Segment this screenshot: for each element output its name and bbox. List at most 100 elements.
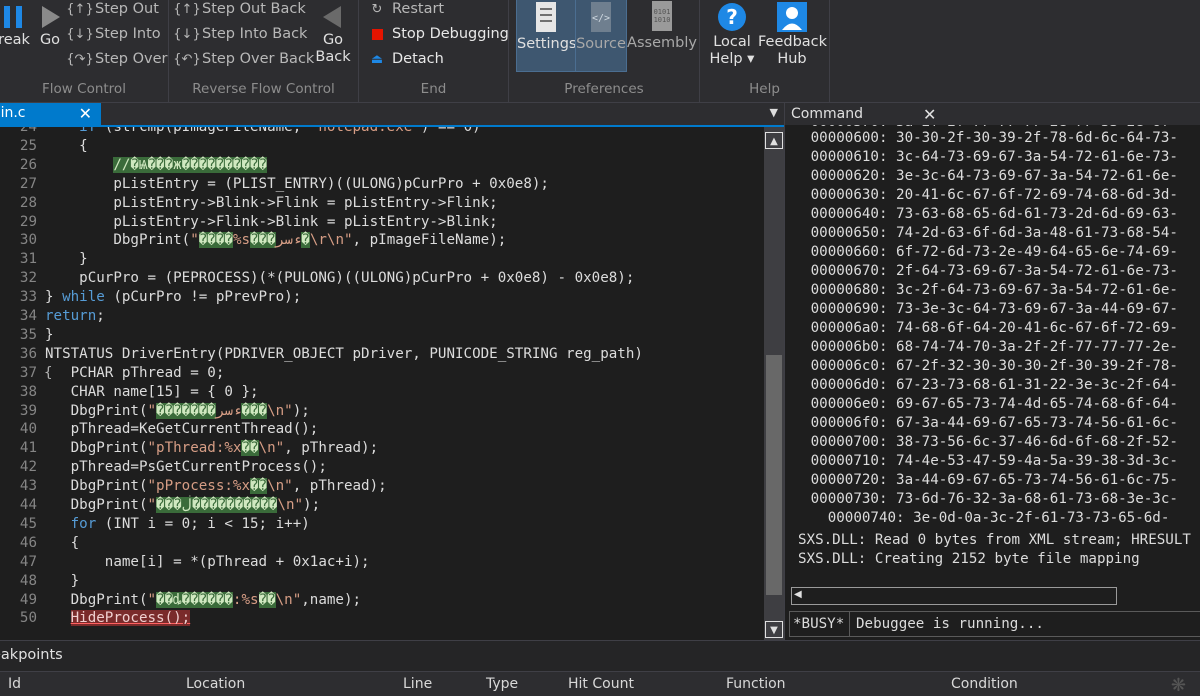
code-line: 29 pListEntry->Flink->Blink = pListEntry…	[0, 213, 764, 232]
output-line: 00000740: 3e-0d-0a-3c-2f-61-73-73-65-6d-	[785, 510, 1170, 526]
step-out-back-label: Step Out Back	[202, 1, 306, 17]
stop-debugging-button[interactable]: Stop Debugging	[367, 22, 509, 46]
busy-indicator: *BUSY*	[790, 612, 850, 636]
settings-label: Settings	[517, 36, 577, 52]
tab-dropdown-icon[interactable]: ▼	[770, 106, 778, 119]
step-out-button[interactable]: {↑} Step Out	[66, 0, 159, 21]
output-line: 000006e0: 69-67-65-73-74-4d-65-74-68-6f-…	[785, 396, 1178, 412]
output-line: 00000640: 73-63-68-65-6d-61-73-2d-6d-69-…	[785, 206, 1178, 222]
svg-text:?: ?	[726, 5, 738, 29]
code-view[interactable]: 24 if (strcmp(pImageFileName, "notepad.e…	[0, 127, 764, 640]
break-button-label: reak	[0, 32, 30, 48]
code-text: DbgPrint("����%s���ءسر�\r\n", pImageFile…	[45, 232, 507, 249]
step-into-button[interactable]: {↓} Step Into	[66, 22, 160, 46]
restart-button[interactable]: ↻ Restart	[367, 0, 445, 21]
local-help-label-line2: Help ▾	[709, 51, 755, 67]
go-button[interactable]: Go	[36, 4, 64, 49]
line-number: 26	[19, 156, 37, 173]
code-line: 28 pListEntry->Blink->Flink = pListEntry…	[0, 194, 764, 213]
help-icon: ?	[718, 3, 746, 31]
line-number: 30	[19, 232, 37, 249]
column-header-hit-count[interactable]: Hit Count	[568, 676, 634, 692]
column-header-condition[interactable]: Condition	[951, 676, 1018, 692]
close-icon[interactable]: ✕	[79, 104, 92, 123]
output-line: 00000720: 3a-44-69-67-65-73-74-56-61-6c-…	[785, 472, 1178, 488]
tab-main-c[interactable]: ain.c ✕	[0, 103, 101, 125]
output-line: 00000630: 20-41-6c-67-6f-72-69-74-68-6d-…	[785, 187, 1178, 203]
code-line: 38 CHAR name[15] = { 0 };	[0, 383, 764, 402]
break-button[interactable]: reak	[0, 4, 32, 49]
code-text: }	[45, 326, 54, 343]
source-editor-pane: ain.c ✕ ▼ 24 if (strcmp(pImageFileName, …	[0, 103, 784, 640]
output-line: 000006d0: 67-23-73-68-61-31-22-3e-3c-2f-…	[785, 377, 1178, 393]
code-line: 27 pListEntry = (PLIST_ENTRY)((ULONG)pCu…	[0, 175, 764, 194]
line-number: 39	[19, 402, 37, 419]
code-text: if (strcmp(pImageFileName, "notepad.exe"…	[79, 127, 481, 135]
code-text: PCHAR pThread = 0;	[45, 364, 225, 381]
code-text: {	[45, 534, 80, 551]
svg-text:1010: 1010	[654, 16, 671, 24]
tab-main-c-label: ain.c	[0, 105, 26, 121]
code-text: DbgPrint("���ڶ����������\n");	[45, 497, 321, 513]
scroll-up-arrow-icon[interactable]: ▲	[765, 132, 783, 149]
go-button-label: Go	[39, 32, 61, 48]
scroll-down-arrow-icon[interactable]: ▼	[765, 621, 783, 638]
feedback-hub-button[interactable]: Feedback Hub	[758, 2, 827, 68]
command-horizontal-scrollbar[interactable]: ◀	[791, 587, 1117, 605]
code-line: 43 DbgPrint("pProcess:%x��\n", pThread);	[0, 477, 764, 496]
command-window: Command ✕ 00000570: 3a-2f-2f-77-77-77-2e…	[784, 103, 1200, 640]
code-text: {	[45, 137, 88, 154]
breakpoints-title: eakpoints	[0, 647, 63, 663]
editor-vertical-scrollbar[interactable]: ▲ ▼	[764, 127, 784, 640]
scrollbar-thumb[interactable]	[766, 355, 782, 595]
tab-command-label: Command	[791, 106, 863, 122]
go-back-button[interactable]: Go Back	[315, 4, 351, 66]
feedback-icon	[777, 2, 807, 32]
code-line: 37{ PCHAR pThread = 0;	[0, 364, 764, 383]
breakpoints-pane: eakpoints Id Location Line Type Hit Coun…	[0, 640, 1200, 696]
column-header-type[interactable]: Type	[486, 676, 518, 692]
step-into-back-button[interactable]: {↓} Step Into Back	[173, 22, 307, 46]
line-number: 37	[19, 364, 37, 381]
source-label: Source	[576, 36, 626, 52]
detach-button[interactable]: ⏏ Detach	[367, 47, 444, 71]
corner-logo-icon: ❋	[1170, 675, 1186, 696]
command-tab-bar: Command ✕	[785, 103, 1200, 125]
line-number: 45	[19, 515, 37, 532]
code-text: DbgPrint("pProcess:%x��\n", pThread);	[45, 478, 387, 495]
local-help-button[interactable]: ? Local Help ▾	[709, 2, 755, 68]
column-header-line[interactable]: Line	[403, 676, 432, 692]
local-help-label-line1: Local	[713, 34, 751, 50]
svg-text:</>: </>	[592, 13, 610, 24]
tab-command[interactable]: Command ✕	[791, 103, 936, 125]
code-line: 39 DbgPrint("�������ءسر���\n");	[0, 402, 764, 421]
step-over-icon: {↷}	[66, 51, 94, 67]
stop-debugging-label: Stop Debugging	[392, 26, 509, 42]
output-line: 000006a0: 74-68-6f-64-20-41-6c-67-6f-72-…	[785, 320, 1178, 336]
code-text: } while (pCurPro != pPrevPro);	[45, 289, 302, 306]
source-button[interactable]: </> Source	[575, 0, 627, 72]
code-line: 32 pCurPro = (PEPROCESS)(*(PULONG)((ULON…	[0, 269, 764, 288]
step-over-button[interactable]: {↷} Step Over	[66, 47, 167, 71]
code-line: 33} while (pCurPro != pPrevPro);	[0, 288, 764, 307]
step-out-back-button[interactable]: {↑} Step Out Back	[173, 0, 306, 21]
code-text: pListEntry->Blink->Flink = pListEntry->F…	[45, 194, 498, 211]
settings-button[interactable]: Settings	[516, 0, 576, 72]
close-icon[interactable]: ✕	[923, 105, 936, 124]
step-over-back-icon: {↶}	[173, 51, 201, 67]
line-number: 34	[19, 308, 37, 324]
step-out-label: Step Out	[95, 1, 159, 17]
column-header-id[interactable]: Id	[8, 676, 21, 692]
output-line: 000006f0: 67-3a-44-69-67-65-73-74-56-61-…	[785, 415, 1178, 431]
command-input[interactable]: Debuggee is running...	[856, 612, 1044, 636]
output-line: 000006b0: 68-74-74-70-3a-2f-2f-77-77-77-…	[785, 339, 1178, 355]
assembly-button[interactable]: 0101 1010 Assembly	[627, 0, 697, 72]
line-number: 31	[19, 251, 37, 268]
play-icon	[42, 6, 60, 28]
step-over-back-button[interactable]: {↶} Step Over Back	[173, 47, 314, 71]
reverse-flow-control-label: Reverse Flow Control	[192, 81, 335, 97]
column-header-function[interactable]: Function	[726, 676, 786, 692]
column-header-location[interactable]: Location	[186, 676, 245, 692]
scroll-left-arrow-icon[interactable]: ◀	[794, 589, 802, 600]
editor-tab-bar: ain.c ✕ ▼	[0, 103, 784, 127]
